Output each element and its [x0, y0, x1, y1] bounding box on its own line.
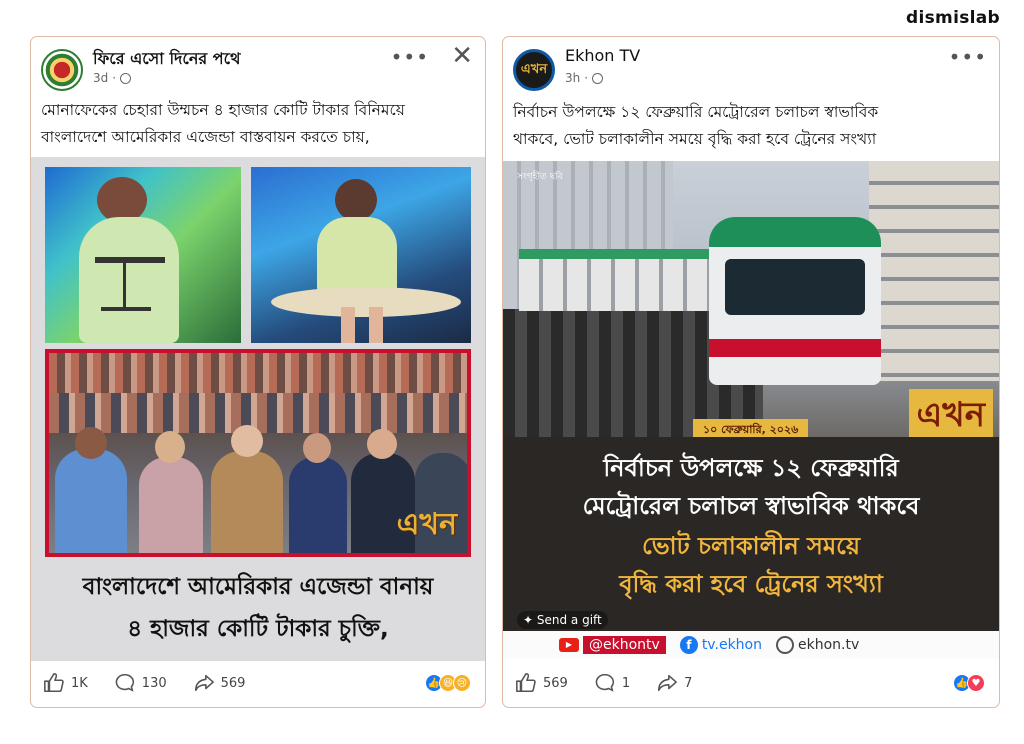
post-text-line: নির্বাচন উপলক্ষে ১২ ফেব্রুয়ারি মেট্রোরে… [513, 103, 879, 121]
image-headline-line: নির্বাচন উপলক্ষে ১২ ফেব্রুয়ারি [603, 454, 899, 482]
image-headline-line: ভোট চলাকালীন সময়ে [642, 532, 860, 560]
share-button[interactable]: 569 [193, 672, 246, 694]
post-header: এখন Ekhon TV 3h · ••• [503, 37, 999, 97]
comment-button[interactable]: 130 [114, 672, 167, 694]
facebook-handle: f tv.ekhon [679, 636, 762, 654]
like-button[interactable]: 569 [515, 672, 568, 694]
share-icon [658, 674, 678, 692]
conference-photo: এখন [45, 349, 471, 557]
share-count: 569 [220, 675, 246, 691]
date-badge: ১০ ফেব্রুয়ারি, ২০২৬ [693, 419, 809, 437]
comment-icon [595, 673, 614, 692]
more-options-icon[interactable]: ••• [391, 45, 429, 69]
close-icon[interactable]: ✕ [451, 41, 473, 71]
facebook-icon: f [679, 636, 698, 654]
like-count: 569 [543, 675, 568, 691]
post-time[interactable]: 3d [93, 71, 108, 85]
social-bar: ▶ @ekhontv f tv.ekhon ekhon.tv [503, 631, 999, 659]
post-text-line: বাংলাদেশে আমেরিকার এজেন্ডা বাস্তবায়ন কর… [41, 128, 370, 146]
ekhon-logo: এখন [396, 507, 457, 542]
comment-count: 130 [141, 675, 167, 691]
image-headline-line: ৪ হাজার কোটি টাকার চুক্তি, [127, 616, 389, 642]
reactions[interactable]: 👍 ♥ [953, 674, 985, 692]
page-name[interactable]: Ekhon TV [565, 46, 640, 65]
post-meta: 3h · [565, 71, 604, 85]
youtube-icon: ▶ [559, 638, 579, 652]
like-icon [516, 673, 536, 693]
dancer-photo-left [45, 167, 241, 343]
page-name[interactable]: ফিরে এসো দিনের পথে [93, 46, 240, 73]
web-globe-icon [775, 636, 794, 654]
stock-photo-label: সংগৃহীত ছবি [517, 172, 563, 182]
globe-icon [592, 72, 604, 84]
comment-icon [115, 673, 134, 692]
sad-reaction-icon: 😢 [453, 674, 471, 692]
post-header: ফিরে এসো দিনের পথে 3d · ••• ✕ [31, 37, 485, 97]
share-button[interactable]: 7 [656, 672, 692, 694]
post-image[interactable]: এখন বাংলাদেশে আমেরিকার এজেন্ডা বানায় ৪ … [31, 157, 485, 661]
like-button[interactable]: 1K [43, 672, 88, 694]
more-options-icon[interactable]: ••• [949, 45, 987, 69]
post-time[interactable]: 3h [565, 71, 580, 85]
page-avatar[interactable] [41, 49, 83, 91]
post-text: মোনাফেকের চেহারা উম্মচন ৪ হাজার কোটি টাক… [41, 97, 405, 151]
headline-panel: নির্বাচন উপলক্ষে ১২ ফেব্রুয়ারি মেট্রোরে… [503, 437, 999, 631]
send-gift-button[interactable]: ✦ Send a gift [517, 611, 608, 629]
image-headline-line: বৃদ্ধি করা হবে ট্রেনের সংখ্যা [619, 570, 883, 598]
post-text-line: থাকবে, ভোট চলাকালীন সময়ে বৃদ্ধি করা হবে… [513, 130, 877, 148]
comment-count: 1 [621, 675, 631, 691]
like-icon [44, 673, 64, 693]
comment-button[interactable]: 1 [594, 672, 630, 694]
ekhon-logo: এখন [908, 389, 993, 437]
youtube-handle: ▶ @ekhontv [559, 636, 666, 654]
send-gift-label: Send a gift [536, 613, 602, 627]
reactions[interactable]: 👍 😆 😢 [425, 674, 471, 692]
facebook-post-2: এখন Ekhon TV 3h · ••• নির্বাচন উপলক্ষে ১… [502, 36, 1000, 708]
metro-rail-photo: সংগৃহীত ছবি ১০ ফেব্রুয়ারি, ২০২৬ এখন [503, 161, 999, 437]
post-meta: 3d · [93, 71, 132, 85]
post-actions: 1K 130 569 👍 😆 😢 [31, 659, 485, 707]
post-actions: 569 1 7 👍 ♥ [503, 659, 999, 707]
ekhon-avatar-logo: এখন [520, 61, 548, 77]
like-count: 1K [71, 675, 88, 691]
dismislab-logo: dismislab [906, 8, 1000, 28]
share-count: 7 [684, 675, 693, 691]
page-avatar[interactable]: এখন [513, 49, 555, 91]
website-handle: ekhon.tv [775, 636, 859, 654]
post-text-line: মোনাফেকের চেহারা উম্মচন ৪ হাজার কোটি টাক… [41, 101, 405, 119]
share-icon [194, 674, 214, 692]
facebook-post-1: ফিরে এসো দিনের পথে 3d · ••• ✕ মোনাফেকের … [30, 36, 486, 708]
image-headline-line: বাংলাদেশে আমেরিকার এজেন্ডা বানায় [82, 574, 434, 600]
post-image[interactable]: সংগৃহীত ছবি ১০ ফেব্রুয়ারি, ২০২৬ এখন নির… [503, 161, 999, 661]
post-text: নির্বাচন উপলক্ষে ১২ ফেব্রুয়ারি মেট্রোরে… [513, 99, 878, 153]
love-reaction-icon: ♥ [967, 674, 985, 692]
image-headline-line: মেট্রোরেল চলাচল স্বাভাবিক থাকবে [582, 492, 920, 520]
dancer-photo-right [251, 167, 471, 343]
globe-icon [120, 72, 132, 84]
